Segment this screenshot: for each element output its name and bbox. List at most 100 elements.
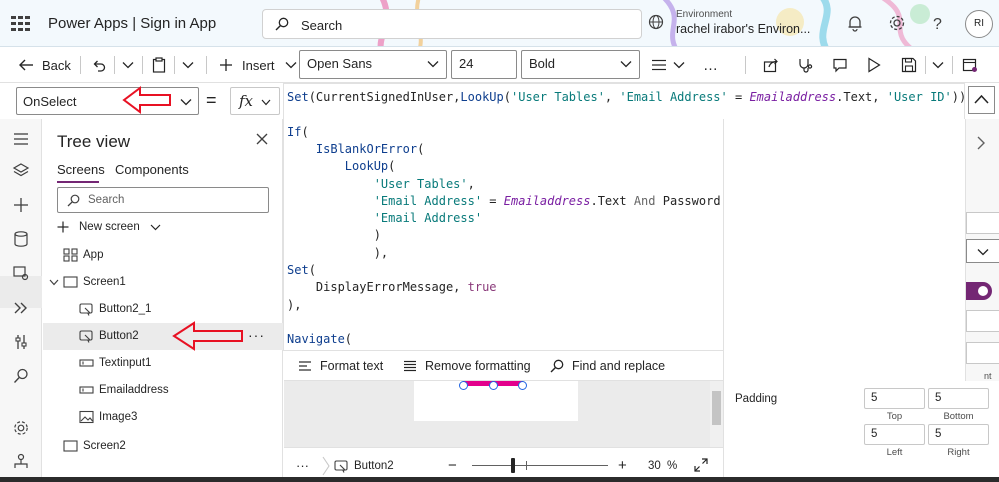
- preview-play-button[interactable]: [867, 47, 881, 83]
- padding-left-input[interactable]: 5: [864, 424, 925, 445]
- tree-node-screen2[interactable]: Screen2: [43, 433, 283, 460]
- media-icon[interactable]: [12, 264, 30, 282]
- format-text-button[interactable]: Format text: [298, 351, 383, 381]
- resize-handle[interactable]: [489, 381, 498, 390]
- advanced-tools-icon[interactable]: [12, 333, 30, 351]
- user-avatar[interactable]: RI: [965, 10, 993, 38]
- tree-node-button2-1[interactable]: Button2_1: [43, 296, 283, 323]
- save-options-dropdown[interactable]: [932, 47, 944, 83]
- find-replace-button[interactable]: Find and replace: [550, 351, 665, 381]
- search-icon: [275, 17, 289, 31]
- partial-input[interactable]: [966, 310, 999, 332]
- resize-handle[interactable]: [459, 381, 468, 390]
- app-checker-button[interactable]: [797, 47, 813, 83]
- tree-node-textinput1[interactable]: Textinput1: [43, 350, 283, 377]
- app-launcher-icon[interactable]: [10, 14, 32, 32]
- publish-button[interactable]: [962, 47, 978, 83]
- padding-bottom-input[interactable]: 5: [928, 388, 989, 409]
- insert-button[interactable]: Insert: [219, 47, 297, 83]
- padding-right-input[interactable]: 5: [928, 424, 989, 445]
- tree-search-input[interactable]: Search: [57, 187, 269, 213]
- back-arrow-icon: [19, 59, 33, 71]
- comments-button[interactable]: [832, 47, 848, 83]
- chevron-down-icon: [673, 62, 685, 69]
- global-search-input[interactable]: Search: [262, 9, 642, 39]
- tree-node-image3[interactable]: Image3: [43, 404, 283, 431]
- paste-button[interactable]: [152, 47, 166, 83]
- environment-label: Environment: [676, 9, 733, 20]
- code-line: ),: [373, 245, 389, 260]
- zoom-slider-track[interactable]: [472, 465, 608, 466]
- font-size-input[interactable]: 24: [451, 50, 517, 79]
- new-screen-button[interactable]: New screen: [57, 218, 161, 236]
- virtual-agent-icon[interactable]: [12, 452, 30, 470]
- collapse-formula-button[interactable]: [968, 86, 995, 114]
- tab-components[interactable]: Components: [115, 162, 189, 177]
- property-value: OnSelect: [23, 94, 77, 109]
- app-title: Power Apps | Sign in App: [48, 15, 217, 32]
- paste-options-dropdown[interactable]: [182, 47, 194, 83]
- font-family-value: Open Sans: [307, 56, 373, 71]
- undo-history-dropdown[interactable]: [122, 47, 134, 83]
- settings-gear-icon[interactable]: [888, 14, 906, 32]
- search-placeholder: Search: [301, 18, 343, 33]
- app-header: Power Apps | Sign in App Search Environm…: [0, 0, 999, 47]
- undo-button[interactable]: [92, 47, 106, 83]
- node-more-options-button[interactable]: ···: [248, 327, 265, 343]
- toggle-switch[interactable]: [966, 282, 992, 300]
- function-picker-button[interactable]: fx: [230, 87, 280, 115]
- properties-panel-partial: nt: [965, 119, 999, 381]
- tree-node-label: Emailaddress: [99, 384, 169, 396]
- resize-handle[interactable]: [518, 381, 527, 390]
- chevron-right-icon: [322, 456, 330, 476]
- stethoscope-icon: [799, 59, 813, 73]
- padding-bottom-caption: Bottom: [943, 411, 974, 422]
- notifications-bell-icon[interactable]: [846, 14, 864, 32]
- chevron-down-icon[interactable]: [49, 279, 59, 286]
- hamburger-menu-icon[interactable]: [12, 130, 30, 148]
- chevron-up-icon: [974, 94, 989, 104]
- code-line: Navigate(: [287, 332, 353, 347]
- settings-gear-icon[interactable]: [12, 419, 30, 437]
- environment-name[interactable]: rachel irabor's Environ...: [676, 22, 810, 36]
- chevron-right-icon[interactable]: [975, 135, 987, 151]
- code-line: ): [373, 228, 381, 243]
- padding-top-input[interactable]: 5: [864, 388, 925, 409]
- zoom-slider-thumb[interactable]: [510, 458, 515, 473]
- partial-input[interactable]: [966, 342, 999, 364]
- chevron-down-icon: [427, 61, 439, 68]
- canvas-vertical-scrollbar[interactable]: [710, 381, 723, 447]
- padding-label: Padding: [735, 393, 778, 405]
- font-weight-dropdown[interactable]: Bold: [521, 50, 640, 79]
- scrollbar-thumb[interactable]: [712, 391, 721, 425]
- close-icon[interactable]: [255, 132, 269, 146]
- back-label: Back: [42, 57, 71, 73]
- screen-icon: [63, 440, 78, 452]
- save-button[interactable]: [901, 47, 917, 83]
- divider: [745, 56, 746, 74]
- code-line: 'Email Address': [373, 211, 483, 226]
- search-icon[interactable]: [12, 367, 30, 385]
- insert-plus-icon[interactable]: [12, 196, 30, 214]
- tree-node-label: App: [83, 249, 104, 261]
- partial-input[interactable]: [966, 212, 999, 234]
- annotation-arrow-icon: [172, 321, 243, 351]
- text-align-dropdown[interactable]: [651, 47, 685, 83]
- tree-view-layers-icon[interactable]: [12, 162, 30, 180]
- tree-node-button2[interactable]: Button2 ···: [43, 323, 283, 350]
- tab-screens[interactable]: Screens: [57, 162, 105, 177]
- data-database-icon[interactable]: [12, 230, 30, 248]
- tree-node-app[interactable]: App: [43, 242, 283, 269]
- tree-node-emailaddress[interactable]: Emailaddress: [43, 377, 283, 404]
- power-automate-icon[interactable]: [12, 299, 30, 317]
- fit-to-window-icon[interactable]: [694, 458, 708, 472]
- insert-label: Insert: [242, 57, 275, 73]
- tree-node-screen1[interactable]: Screen1: [43, 269, 283, 296]
- help-icon[interactable]: ?: [928, 14, 946, 32]
- partial-dropdown[interactable]: [966, 239, 999, 263]
- more-commands-button[interactable]: …: [703, 47, 718, 83]
- share-button[interactable]: [763, 47, 779, 83]
- remove-formatting-button[interactable]: Remove formatting: [403, 351, 531, 381]
- font-family-dropdown[interactable]: Open Sans: [299, 50, 447, 79]
- back-button[interactable]: Back: [18, 47, 71, 83]
